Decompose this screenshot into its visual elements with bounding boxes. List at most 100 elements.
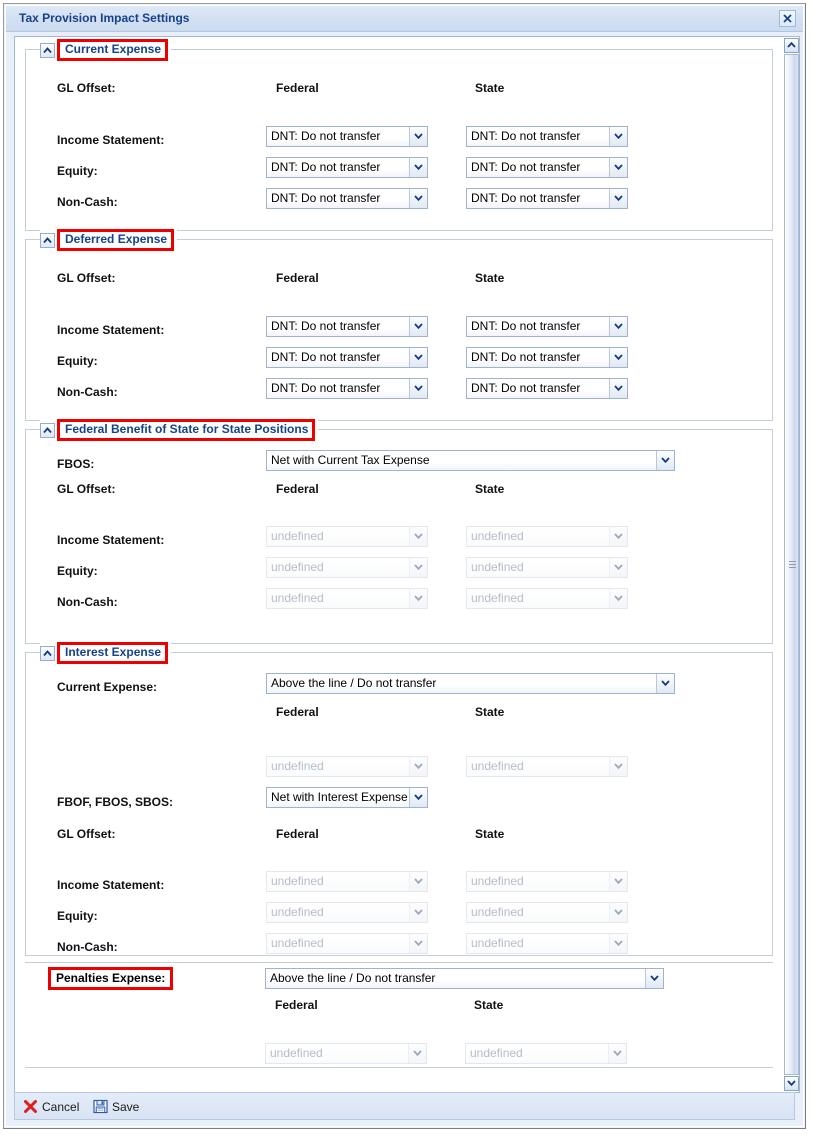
combo-penalties-expense[interactable]: Above the line / Do not transfer <box>265 968 664 989</box>
combo-current-federal-income-statement[interactable]: DNT: Do not transfer <box>266 126 428 147</box>
column-header-state-deferred: State <box>475 271 505 285</box>
combo-interest-federal-current[interactable]: undefined <box>266 756 428 777</box>
scrollbar-thumb[interactable] <box>784 54 799 1075</box>
close-button[interactable] <box>779 10 796 27</box>
combo-value: DNT: Do not transfer <box>271 350 381 364</box>
label-fbos: FBOS: <box>57 457 95 471</box>
chevron-down-icon <box>608 1044 626 1063</box>
combo-value: undefined <box>271 529 324 543</box>
chevron-down-icon <box>409 127 427 146</box>
label-equity-interest: Equity: <box>57 909 98 923</box>
combo-deferred-state-equity[interactable]: DNT: Do not transfer <box>466 347 628 368</box>
section-legend-deferred-expense: Deferred Expense <box>40 229 178 251</box>
combo-deferred-state-income-statement[interactable]: DNT: Do not transfer <box>466 316 628 337</box>
combo-fbos-state-non-cash[interactable]: undefined <box>466 588 628 609</box>
chevron-down-icon <box>609 589 627 608</box>
section-current-expense: Current Expense GL Offset: Federal State… <box>25 39 773 231</box>
combo-value: DNT: Do not transfer <box>471 191 581 205</box>
section-federal-benefit-of-state: Federal Benefit of State for State Posit… <box>25 419 773 644</box>
vertical-scrollbar[interactable] <box>782 37 799 1092</box>
chevron-up-icon <box>43 426 52 433</box>
chevron-down-icon <box>609 189 627 208</box>
chevron-up-icon <box>787 42 796 48</box>
collapse-toggle-federal-benefit-of-state[interactable] <box>40 422 55 438</box>
collapse-toggle-deferred-expense[interactable] <box>40 232 55 248</box>
combo-fbof-fbos-sbos[interactable]: Net with Interest Expense <box>266 787 428 808</box>
combo-interest-state-current[interactable]: undefined <box>466 756 628 777</box>
combo-fbos-federal-income-statement[interactable]: undefined <box>266 526 428 547</box>
combo-value: DNT: Do not transfer <box>271 381 381 395</box>
chevron-down-icon <box>656 674 674 693</box>
combo-fbos-state-income-statement[interactable]: undefined <box>466 526 628 547</box>
section-legend-federal-benefit-of-state: Federal Benefit of State for State Posit… <box>40 419 319 441</box>
combo-fbos-state-equity[interactable]: undefined <box>466 557 628 578</box>
column-header-state-penalties: State <box>474 998 504 1012</box>
collapse-toggle-interest-expense[interactable] <box>40 645 55 661</box>
label-income-statement-fbos: Income Statement: <box>57 533 165 547</box>
combo-fbos[interactable]: Net with Current Tax Expense <box>266 450 675 471</box>
chevron-down-icon <box>408 1044 426 1063</box>
chevron-down-icon <box>645 969 663 988</box>
chevron-down-icon <box>656 451 674 470</box>
combo-penalties-state[interactable]: undefined <box>465 1043 627 1064</box>
combo-value: undefined <box>271 759 324 773</box>
combo-current-state-non-cash[interactable]: DNT: Do not transfer <box>466 188 628 209</box>
combo-interest-federal-non-cash[interactable]: undefined <box>266 933 428 954</box>
combo-current-state-equity[interactable]: DNT: Do not transfer <box>466 157 628 178</box>
combo-value: DNT: Do not transfer <box>471 129 581 143</box>
column-header-state-interest: State <box>475 827 505 841</box>
chevron-down-icon <box>609 934 627 953</box>
section-title-federal-benefit-of-state: Federal Benefit of State for State Posit… <box>57 419 316 441</box>
combo-value: undefined <box>271 874 324 888</box>
chevron-down-icon <box>409 379 427 398</box>
collapse-toggle-current-expense[interactable] <box>40 42 55 58</box>
chevron-down-icon <box>609 127 627 146</box>
combo-value: Net with Interest Expense <box>271 790 408 804</box>
column-header-federal-penalties: Federal <box>275 998 318 1012</box>
combo-value: undefined <box>271 560 324 574</box>
combo-value: undefined <box>471 591 524 605</box>
combo-interest-state-equity[interactable]: undefined <box>466 902 628 923</box>
combo-deferred-federal-equity[interactable]: DNT: Do not transfer <box>266 347 428 368</box>
combo-interest-federal-income-statement[interactable]: undefined <box>266 871 428 892</box>
cancel-button[interactable]: Cancel <box>23 1097 79 1116</box>
combo-fbos-federal-equity[interactable]: undefined <box>266 557 428 578</box>
label-non-cash-interest: Non-Cash: <box>57 940 118 954</box>
combo-value: DNT: Do not transfer <box>271 319 381 333</box>
chevron-down-icon <box>409 757 427 776</box>
combo-current-state-income-statement[interactable]: DNT: Do not transfer <box>466 126 628 147</box>
label-non-cash-current: Non-Cash: <box>57 195 118 209</box>
label-gl-offset-interest: GL Offset: <box>57 827 116 841</box>
label-equity-current: Equity: <box>57 164 98 178</box>
divider-penalties-top <box>25 962 773 963</box>
scrollbar-track[interactable] <box>784 54 799 1075</box>
chevron-down-icon <box>409 348 427 367</box>
chevron-down-icon <box>409 158 427 177</box>
combo-fbos-federal-non-cash[interactable]: undefined <box>266 588 428 609</box>
combo-interest-current-expense[interactable]: Above the line / Do not transfer <box>266 673 675 694</box>
red-x-icon <box>24 1100 37 1113</box>
combo-penalties-federal[interactable]: undefined <box>265 1043 427 1064</box>
combo-current-federal-equity[interactable]: DNT: Do not transfer <box>266 157 428 178</box>
content-panel: Current Expense GL Offset: Federal State… <box>14 36 800 1093</box>
combo-deferred-federal-income-statement[interactable]: DNT: Do not transfer <box>266 316 428 337</box>
combo-interest-state-non-cash[interactable]: undefined <box>466 933 628 954</box>
combo-value: undefined <box>270 1046 323 1060</box>
column-header-state-fbos: State <box>475 482 505 496</box>
scroll-up-button[interactable] <box>784 38 799 53</box>
titlebar: Tax Provision Impact Settings <box>6 6 803 32</box>
chevron-down-icon <box>409 788 427 807</box>
footer-toolbar: Cancel Save <box>14 1092 795 1120</box>
combo-value: undefined <box>271 936 324 950</box>
combo-deferred-state-non-cash[interactable]: DNT: Do not transfer <box>466 378 628 399</box>
combo-current-federal-non-cash[interactable]: DNT: Do not transfer <box>266 188 428 209</box>
label-equity-deferred: Equity: <box>57 354 98 368</box>
scroll-down-button[interactable] <box>784 1076 799 1091</box>
combo-interest-state-income-statement[interactable]: undefined <box>466 871 628 892</box>
combo-deferred-federal-non-cash[interactable]: DNT: Do not transfer <box>266 378 428 399</box>
save-button[interactable]: Save <box>93 1097 139 1116</box>
label-gl-offset-fbos: GL Offset: <box>57 482 116 496</box>
combo-interest-federal-equity[interactable]: undefined <box>266 902 428 923</box>
close-icon <box>783 14 792 23</box>
page-title: Tax Provision Impact Settings <box>19 11 190 25</box>
